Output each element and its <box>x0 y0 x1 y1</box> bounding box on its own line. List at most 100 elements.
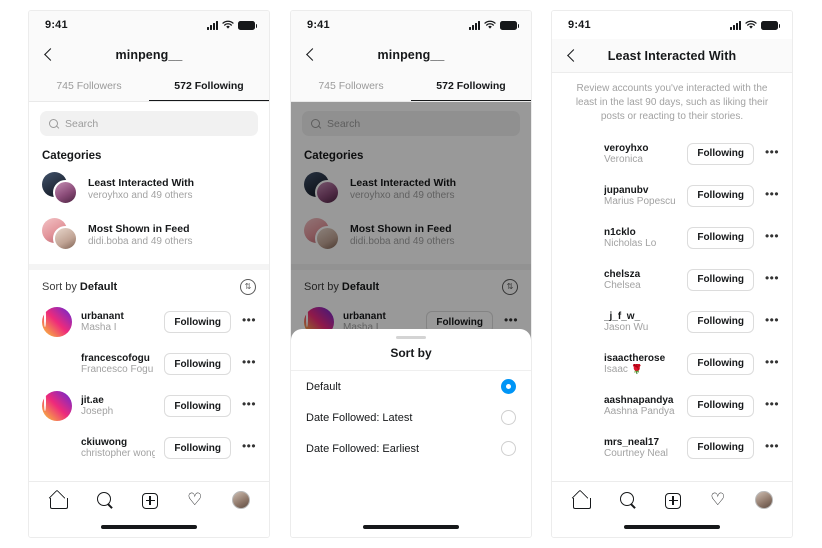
tab-following[interactable]: 572 Following <box>411 71 531 101</box>
sort-option-label: Date Followed: Latest <box>306 411 413 424</box>
more-options-icon[interactable]: ••• <box>240 356 258 372</box>
profile-avatar[interactable] <box>754 491 773 509</box>
following-button[interactable]: Following <box>687 394 754 417</box>
following-button[interactable]: Following <box>687 142 754 165</box>
list-item[interactable]: veroyhxo Veronica Following ••• <box>552 133 792 175</box>
fullname: Jason Wu <box>604 321 649 333</box>
back-chevron-icon[interactable] <box>565 49 579 63</box>
battery-icon <box>761 20 780 30</box>
avatar[interactable] <box>565 139 595 169</box>
avatar[interactable] <box>42 391 72 421</box>
more-options-icon[interactable]: ••• <box>240 440 258 456</box>
more-options-icon[interactable]: ••• <box>240 398 258 414</box>
user-texts: veroyhxo Veronica <box>604 143 678 165</box>
list-item[interactable]: jit.ae Joseph Following ••• <box>29 385 269 427</box>
tab-following[interactable]: 572 Following <box>149 71 269 101</box>
more-options-icon[interactable]: ••• <box>240 314 258 330</box>
list-item[interactable]: aashnapandya Aashna Pandya Following ••• <box>552 385 792 427</box>
more-options-icon[interactable]: ••• <box>763 356 781 372</box>
category-subtitle: veroyhxo and 49 others <box>88 190 193 201</box>
avatar[interactable] <box>42 349 72 379</box>
search-input[interactable]: Search <box>40 111 258 136</box>
following-button[interactable]: Following <box>687 436 754 459</box>
list-item[interactable]: ckiuwong christopher wong Following ••• <box>29 427 269 469</box>
home-icon[interactable] <box>48 490 69 510</box>
page-description: Review accounts you've interacted with t… <box>575 83 769 123</box>
list-item[interactable]: n1cklo Nicholas Lo Following ••• <box>552 217 792 259</box>
avatar[interactable] <box>565 433 595 463</box>
list-item[interactable]: chelsza Chelsea Following ••• <box>552 259 792 301</box>
list-item[interactable]: mrs_neal17 Courtney Neal Following ••• <box>552 427 792 469</box>
username: chelsza <box>604 268 641 280</box>
sheet-title: Sort by <box>291 339 531 371</box>
avatar[interactable] <box>565 265 595 295</box>
avatar[interactable] <box>565 349 595 379</box>
phone-mockup-least-interacted: 9:41 Least Interacted With Review accoun… <box>551 10 793 538</box>
sort-option-date-latest[interactable]: Date Followed: Latest <box>291 402 531 433</box>
list-item[interactable]: _j_f_w_ Jason Wu Following ••• <box>552 301 792 343</box>
wifi-icon <box>222 20 234 29</box>
username: jit.ae <box>81 395 104 406</box>
following-button[interactable]: Following <box>687 352 754 375</box>
more-options-icon[interactable]: ••• <box>763 272 781 288</box>
back-chevron-icon[interactable] <box>42 48 56 62</box>
fullname: Marius Popescu <box>604 195 676 207</box>
user-texts: isaactherose Isaac 🌹 <box>604 353 678 375</box>
heart-icon[interactable]: ♡ <box>708 490 728 510</box>
sort-value: Default <box>79 281 118 293</box>
list-item[interactable]: isaactherose Isaac 🌹 Following ••• <box>552 343 792 385</box>
avatar[interactable] <box>565 391 595 421</box>
category-texts: Least Interacted With veroyhxo and 49 ot… <box>88 177 194 201</box>
more-options-icon[interactable]: ••• <box>763 440 781 456</box>
following-button[interactable]: Following <box>164 437 231 459</box>
fullname: Veronica <box>604 153 643 165</box>
heart-icon[interactable]: ♡ <box>185 490 205 510</box>
new-post-icon[interactable] <box>141 492 158 509</box>
avatar <box>53 226 78 251</box>
avatar[interactable] <box>42 307 72 337</box>
list-item[interactable]: francescofogu Francesco Fogu Following •… <box>29 343 269 385</box>
category-subtitle: didi.boba and 49 others <box>88 236 193 247</box>
following-button[interactable]: Following <box>687 226 754 249</box>
radio-unselected-icon[interactable] <box>501 441 516 456</box>
sort-option-default[interactable]: Default <box>291 371 531 402</box>
category-most-shown-in-feed[interactable]: Most Shown in Feed didi.boba and 49 othe… <box>29 212 269 258</box>
radio-selected-icon[interactable] <box>501 379 516 394</box>
more-options-icon[interactable]: ••• <box>763 188 781 204</box>
following-button[interactable]: Following <box>164 353 231 375</box>
tab-followers[interactable]: 745 Followers <box>29 71 149 101</box>
avatar[interactable] <box>565 307 595 337</box>
following-button[interactable]: Following <box>687 268 754 291</box>
sort-option-label: Date Followed: Earliest <box>306 442 420 455</box>
sort-option-date-earliest[interactable]: Date Followed: Earliest <box>291 433 531 464</box>
home-icon[interactable] <box>571 490 592 510</box>
list-item[interactable]: jupanubv Marius Popescu Following ••• <box>552 175 792 217</box>
following-button[interactable]: Following <box>164 311 231 333</box>
sort-arrows-icon[interactable]: ⇅ <box>240 279 256 295</box>
category-least-interacted-with[interactable]: Least Interacted With veroyhxo and 49 ot… <box>29 166 269 212</box>
more-options-icon[interactable]: ••• <box>763 146 781 162</box>
category-title: Most Shown in Feed <box>88 223 190 235</box>
avatar[interactable] <box>42 433 72 463</box>
following-button[interactable]: Following <box>164 395 231 417</box>
more-options-icon[interactable]: ••• <box>763 230 781 246</box>
list-item[interactable]: urbanant Masha I Following ••• <box>29 301 269 343</box>
home-indicator-area <box>552 517 792 537</box>
search-icon[interactable] <box>618 490 638 510</box>
new-post-icon[interactable] <box>664 492 681 509</box>
fullname: Isaac 🌹 <box>604 363 644 375</box>
avatar[interactable] <box>565 181 595 211</box>
profile-avatar[interactable] <box>231 491 250 509</box>
following-button[interactable]: Following <box>687 184 754 207</box>
avatar[interactable] <box>565 223 595 253</box>
more-options-icon[interactable]: ••• <box>763 398 781 414</box>
more-options-icon[interactable]: ••• <box>763 314 781 330</box>
user-texts: jit.ae Joseph <box>81 395 155 417</box>
following-button[interactable]: Following <box>687 310 754 333</box>
search-section: Search <box>29 102 269 142</box>
search-icon[interactable] <box>95 490 115 510</box>
tab-followers[interactable]: 745 Followers <box>291 71 411 101</box>
page-title: minpeng__ <box>377 48 445 62</box>
radio-unselected-icon[interactable] <box>501 410 516 425</box>
back-chevron-icon[interactable] <box>304 48 318 62</box>
